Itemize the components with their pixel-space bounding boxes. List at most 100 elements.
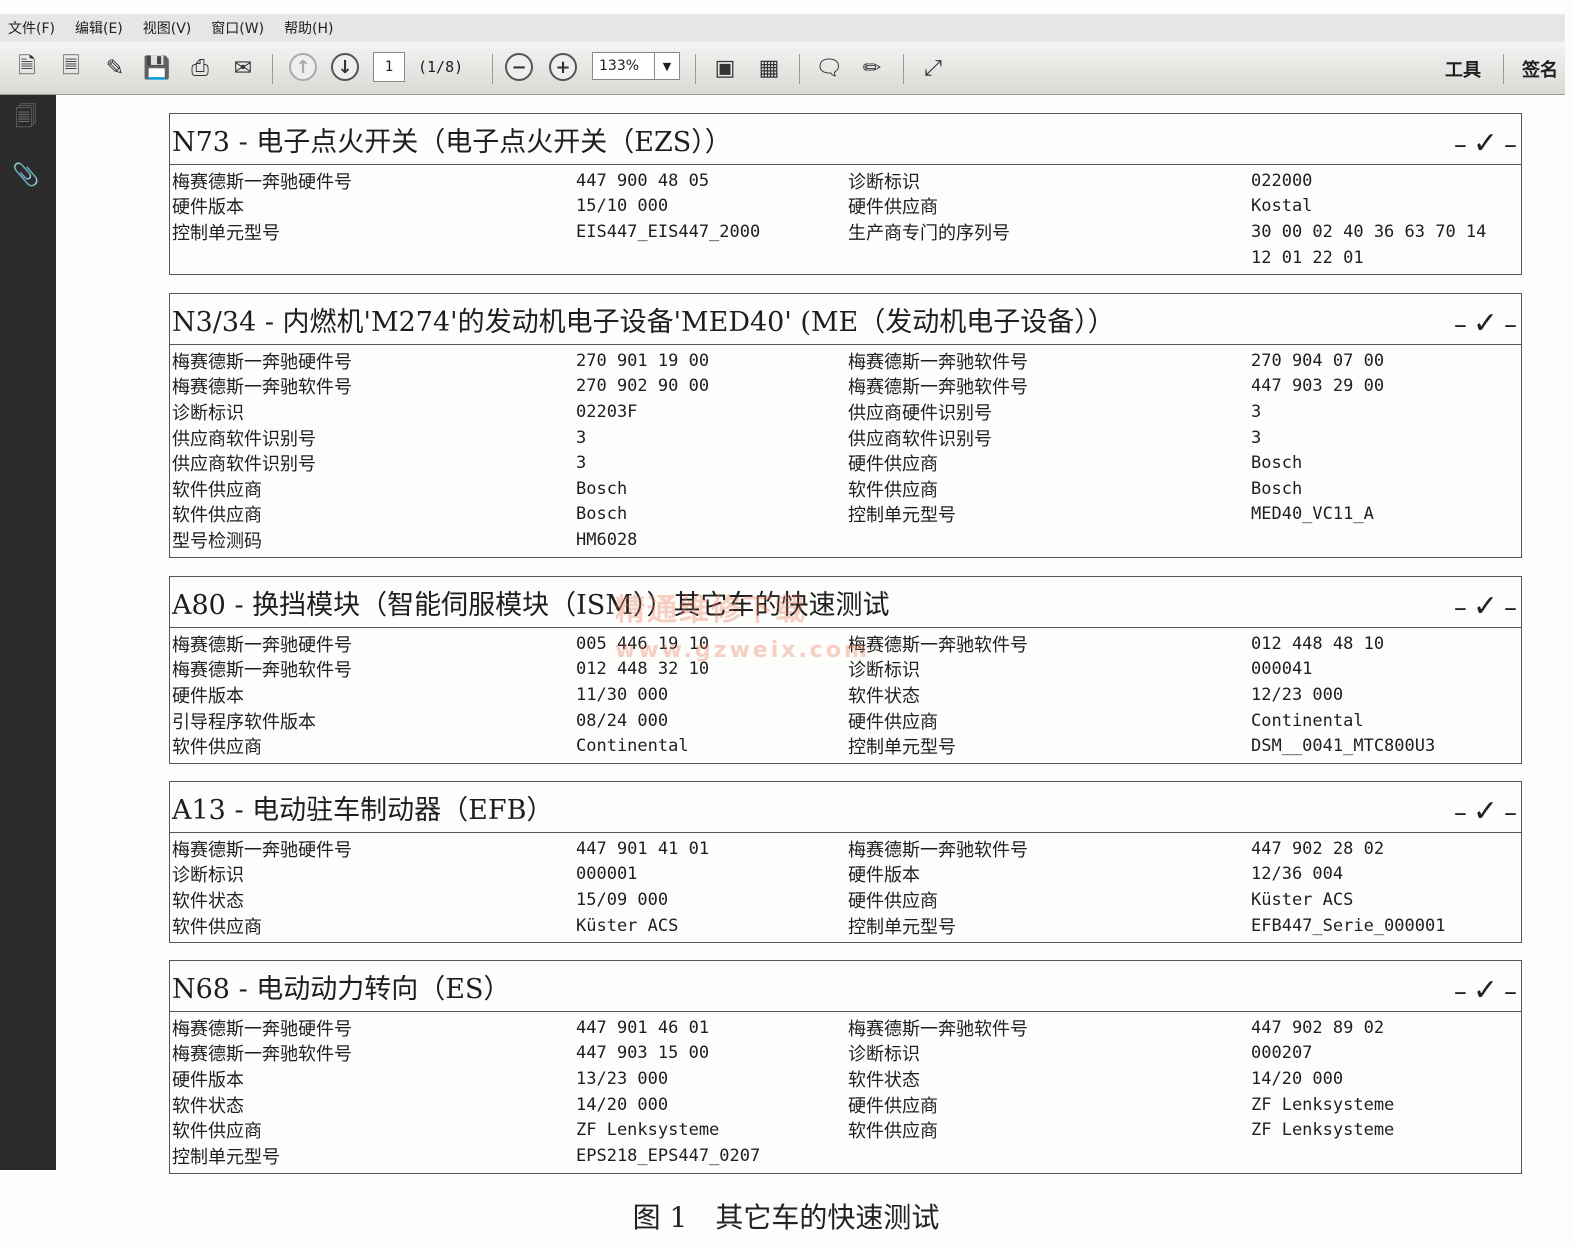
control-unit-module: N68 - 电动动力转向（ES） – ✓ – 梅赛德斯一奔驰硬件号 447 901 46 …: [169, 960, 1522, 1174]
field-value: EIS447_EIS447_2000: [576, 221, 761, 242]
control-unit-module: A80 - 换挡模块（智能伺服模块（ISM））其它车的快速测试 – ✓ – 梅赛德斯一奔…: [169, 576, 1522, 764]
module-info-row: 梅赛德斯一奔驰硬件号 447 901 41 01 梅赛德斯一奔驰软件号 447 902…: [170, 836, 1521, 862]
status-ok-icon: – ✓ –: [1453, 794, 1517, 829]
module-info-row: 梅赛德斯一奔驰硬件号 447 900 48 05 诊断标识 022000: [170, 168, 1521, 194]
field-label: 引导程序软件版本: [172, 711, 316, 733]
field-label: 软件状态: [172, 890, 244, 912]
field-label: 硬件供应商: [848, 890, 938, 912]
page-count: (1/8): [418, 58, 464, 76]
field-value: 30 00 02 40 36 63 70 14: [1251, 221, 1487, 242]
field-label: 硬件版本: [172, 1069, 244, 1091]
page-number-input[interactable]: 1: [373, 52, 405, 82]
fullscreen-icon[interactable]: ⤢: [918, 53, 948, 83]
module-info-row: 梅赛德斯一奔驰硬件号 270 901 19 00 梅赛德斯一奔驰软件号 270 904…: [170, 348, 1521, 374]
module-info-row: 梅赛德斯一奔驰软件号 270 902 90 00 梅赛德斯一奔驰软件号 447 903…: [170, 374, 1521, 400]
field-label: 诊断标识: [172, 402, 244, 424]
field-value: 022000: [1251, 170, 1313, 191]
field-value: 13/23 000: [576, 1068, 669, 1089]
field-label: 硬件版本: [172, 197, 244, 219]
highlight-pen-icon[interactable]: ✏: [857, 53, 887, 83]
field-label: 生产商专门的序列号: [848, 222, 1010, 244]
field-value: 08/24 000: [576, 710, 669, 731]
field-value: 000001: [576, 864, 638, 885]
menubar: 文件(F) 编辑(E) 视图(V) 窗口(W) 帮助(H): [0, 14, 1565, 43]
control-unit-module: N3/34 - 内燃机'M274'的发动机电子设备'MED40' (ME（发动机…: [169, 293, 1522, 558]
field-value: ZF Lenksysteme: [1251, 1120, 1395, 1141]
zoom-value: 133%: [599, 58, 640, 74]
field-label: 梅赛德斯一奔驰硬件号: [172, 634, 352, 656]
field-label: 软件供应商: [172, 737, 262, 759]
module-info-row: 梅赛德斯一奔驰软件号 447 903 15 00 诊断标识 000207: [170, 1041, 1521, 1067]
field-label: 诊断标识: [848, 171, 920, 193]
figure-caption: 图 1 其它车的快速测试: [632, 1201, 940, 1234]
email-icon[interactable]: ✉: [228, 53, 258, 83]
module-info-row: 12 01 22 01: [170, 245, 1521, 271]
module-header: N3/34 - 内燃机'M274'的发动机电子设备'MED40' (ME（发动机…: [170, 294, 1521, 345]
zoom-out-icon[interactable]: −: [505, 53, 533, 81]
field-label: 梅赛德斯一奔驰硬件号: [172, 839, 352, 861]
page-thumbnails-icon[interactable]: 🗐: [12, 105, 40, 133]
watermark-url: www.gzweix.com: [615, 638, 870, 663]
field-value: 3: [576, 427, 587, 448]
module-title: N68 - 电动动力转向（ES）: [172, 973, 511, 1005]
menu-edit[interactable]: 编辑(E): [75, 18, 123, 38]
zoom-in-icon[interactable]: +: [549, 53, 577, 81]
watermark-text: 精通维修下载: [615, 593, 807, 628]
field-value: 447 903 15 00: [576, 1043, 710, 1064]
menu-help[interactable]: 帮助(H): [284, 18, 333, 38]
field-value: Kostal: [1251, 196, 1313, 217]
status-ok-icon: – ✓ –: [1453, 126, 1517, 161]
menu-view[interactable]: 视图(V): [143, 18, 192, 38]
field-value: 3: [1251, 427, 1262, 448]
fit-page-icon[interactable]: ▣: [710, 53, 740, 83]
module-info-row: 控制单元型号 EIS447_EIS447_2000 生产商专门的序列号 30 00 0…: [170, 219, 1521, 245]
field-value: 12/23 000: [1251, 684, 1344, 705]
field-value: Küster ACS: [1251, 889, 1354, 910]
module-info-row: 软件供应商 Continental 控制单元型号 DSM__0041_MTC800U3: [170, 733, 1521, 759]
field-label: 软件状态: [848, 1069, 920, 1091]
field-value: 447 900 48 05: [576, 170, 710, 191]
field-label: 软件状态: [172, 1095, 244, 1117]
module-info-row: 软件供应商 Küster ACS 控制单元型号 EFB447_Serie_000001: [170, 913, 1521, 939]
field-value: 15/09 000: [576, 889, 669, 910]
comment-icon[interactable]: 🗨: [814, 53, 844, 83]
previous-page-icon[interactable]: ↑: [289, 53, 317, 81]
module-info-row: 软件供应商 Bosch 软件供应商 Bosch: [170, 476, 1521, 502]
field-label: 硬件版本: [848, 865, 920, 887]
field-value: 14/20 000: [1251, 1068, 1344, 1089]
sign-pane-button[interactable]: 签名: [1522, 56, 1558, 82]
zoom-select[interactable]: 133% ▼: [592, 52, 680, 80]
tools-pane-button[interactable]: 工具: [1445, 56, 1481, 82]
field-label: 硬件供应商: [848, 197, 938, 219]
field-value: 12 01 22 01: [1251, 247, 1364, 268]
attachment-icon[interactable]: 📎: [12, 161, 40, 189]
field-label: 软件供应商: [848, 479, 938, 501]
module-info-row: 软件状态 14/20 000 硬件供应商 ZF Lenksysteme: [170, 1092, 1521, 1118]
menu-file[interactable]: 文件(F): [8, 18, 55, 38]
print-icon[interactable]: ⎙: [185, 53, 215, 83]
field-label: 供应商硬件识别号: [848, 402, 992, 424]
create-pdf-icon[interactable]: 🗎: [12, 53, 42, 83]
field-label: 软件状态: [848, 685, 920, 707]
field-label: 诊断标识: [172, 865, 244, 887]
field-label: 梅赛德斯一奔驰软件号: [848, 839, 1028, 861]
chevron-down-icon[interactable]: ▼: [654, 53, 679, 79]
field-label: 梅赛德斯一奔驰软件号: [172, 1044, 352, 1066]
field-label: 梅赛德斯一奔驰软件号: [848, 377, 1028, 399]
combine-files-icon[interactable]: 🗏: [56, 53, 86, 83]
menu-window[interactable]: 窗口(W): [211, 18, 264, 38]
module-info-row: 硬件版本 13/23 000 软件状态 14/20 000: [170, 1066, 1521, 1092]
control-unit-module: N73 - 电子点火开关（电子点火开关（EZS）） – ✓ – 梅赛德斯一奔驰硬件号 44…: [169, 113, 1522, 276]
edit-document-icon[interactable]: ✎: [100, 53, 130, 83]
field-value: 447 901 46 01: [576, 1017, 710, 1038]
field-value: 447 902 28 02: [1251, 838, 1385, 859]
control-unit-module: A13 - 电动驻车制动器（EFB） – ✓ – 梅赛德斯一奔驰硬件号 447 901 4…: [169, 781, 1522, 944]
module-info-row: 供应商软件识别号 3 供应商软件识别号 3: [170, 425, 1521, 451]
save-icon[interactable]: 💾: [142, 53, 172, 83]
field-label: 控制单元型号: [848, 737, 956, 759]
status-ok-icon: – ✓ –: [1453, 973, 1517, 1008]
next-page-icon[interactable]: ↓: [331, 53, 359, 81]
field-value: Bosch: [1251, 453, 1303, 474]
field-label: 控制单元型号: [172, 1146, 280, 1168]
fit-width-icon[interactable]: ▦: [754, 53, 784, 83]
